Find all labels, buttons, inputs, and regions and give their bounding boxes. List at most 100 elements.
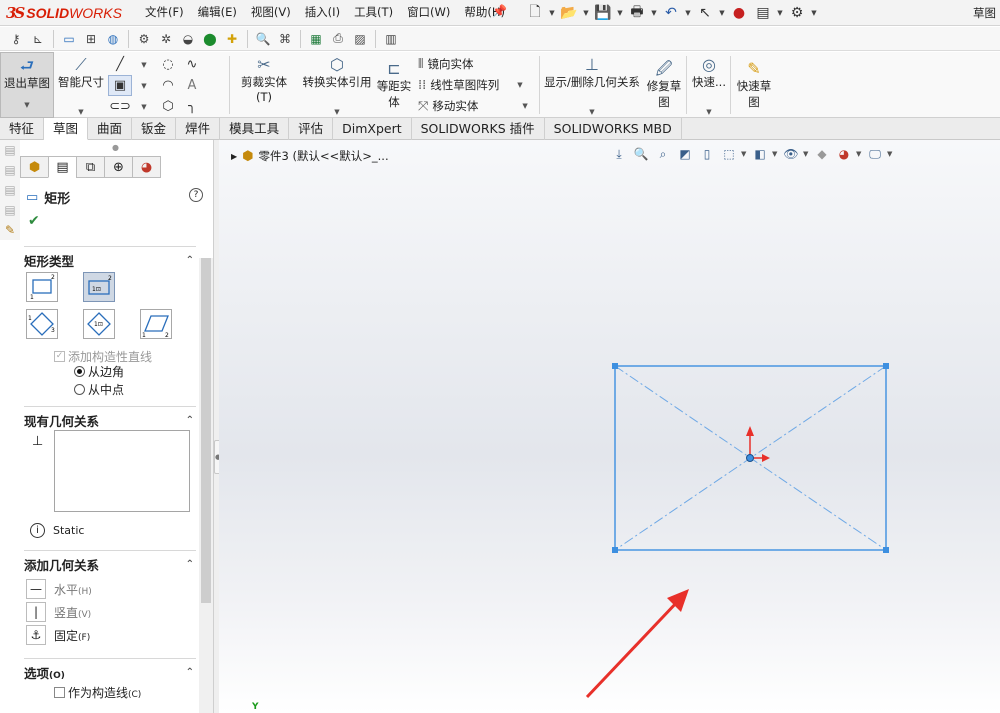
sketch-tool-icon[interactable]: ✎ [0, 220, 20, 240]
rapid-sketch-button[interactable]: ✎ 快速草 图 [734, 60, 774, 110]
quick-snaps-button[interactable]: ◎ 快速... ▼ [689, 56, 729, 117]
sketch-canvas[interactable] [219, 140, 1000, 713]
save-icon[interactable]: 💾 [592, 2, 614, 24]
for-construction-checkbox[interactable] [54, 687, 65, 698]
convert-dropdown-icon[interactable]: ▼ [299, 108, 375, 116]
arc-icon[interactable]: ◠ [156, 75, 180, 96]
smart-dimension-dropdown-icon[interactable]: ▼ [56, 108, 106, 116]
image-icon[interactable]: ▨ [350, 29, 370, 49]
options-dropdown-icon[interactable]: ▼ [810, 9, 818, 17]
corner-handle[interactable] [883, 547, 889, 553]
parallelogram-icon[interactable]: 12 [140, 309, 172, 339]
linear-pattern-button[interactable]: ⁞⁞ 线性草图阵列 ▼ [418, 77, 523, 93]
corner-handle[interactable] [612, 363, 618, 369]
print-icon[interactable]: 🖶 [626, 2, 648, 24]
tab-surfaces[interactable]: 曲面 [88, 118, 133, 140]
tab-sketch[interactable]: 草图 [44, 118, 89, 140]
options-gear-icon[interactable]: ⚙ [786, 2, 808, 24]
cog-small-icon[interactable]: ⚙ [134, 29, 154, 49]
traffic-light-icon[interactable]: ● [728, 2, 750, 24]
config-manager-tab-icon[interactable]: ⧉ [76, 156, 105, 178]
globe-icon[interactable]: ◍ [103, 29, 123, 49]
menu-tools[interactable]: 工具(T) [347, 4, 400, 21]
tab-addins[interactable]: SOLIDWORKS 插件 [412, 118, 545, 140]
3pt-corner-rectangle-icon[interactable]: 13 [26, 309, 58, 339]
display-relations-button[interactable]: ⊥ 显示/删除几何关系 ▼ [542, 56, 642, 117]
select-icon[interactable]: ↖ [694, 2, 716, 24]
slot-dropdown-icon[interactable]: ▼ [132, 96, 156, 117]
options-header[interactable]: 选项(O) ⌃ [24, 658, 196, 682]
pin-green-icon[interactable]: ⬤ [200, 29, 220, 49]
graphics-area[interactable]: ▶ ⬢ 零件3 (默认<<默认>_... ⤓ 🔍 ⌕ ◩ ▯ ⬚ ▼ ◧ ▼ 👁 ▼ … [219, 140, 1000, 713]
rectangle-tool-icon[interactable]: ▣ [108, 75, 132, 96]
center-rectangle-icon[interactable]: 1⊡ 2 [83, 272, 115, 302]
menu-window[interactable]: 窗口(W) [400, 4, 457, 21]
new-dropdown-icon[interactable]: ▼ [548, 9, 556, 17]
zoom-icon[interactable]: 🔍 [253, 29, 273, 49]
existing-relations-list[interactable] [54, 430, 190, 512]
slot-icon[interactable]: ⊂⊃ [108, 96, 132, 117]
mirror-entities-button[interactable]: ⫴ 镜向实体 [418, 56, 473, 72]
open-dropdown-icon[interactable]: ▼ [582, 9, 590, 17]
repair-sketch-button[interactable]: 🖉 修复草 图 [644, 60, 684, 110]
undo-dropdown-icon[interactable]: ▼ [684, 9, 692, 17]
tab-sheet-metal[interactable]: 钣金 [132, 118, 177, 140]
binoculars-icon[interactable]: ⌘ [275, 29, 295, 49]
tab-mbd[interactable]: SOLIDWORKS MBD [545, 118, 682, 140]
rect-type-header[interactable]: 矩形类型 ⌃ [24, 246, 196, 270]
dimxpert-tab-icon[interactable]: ⊕ [104, 156, 133, 178]
quick-snaps-dropdown-icon[interactable]: ▼ [689, 108, 729, 116]
collapse-chevron-icon[interactable]: ⌃ [186, 559, 194, 570]
convert-entities-button[interactable]: ⬡ 转换实体引用 ▼ [299, 56, 375, 117]
exit-dropdown-icon[interactable]: ▼ [1, 101, 53, 109]
smart-dimension-button[interactable]: ⟋ 智能尺寸 ▼ [56, 56, 106, 117]
fix-relation-button[interactable]: ⚓ 固定(F) [26, 625, 90, 645]
solidworks-logo[interactable]: 3S SOLIDWORKS [6, 3, 122, 23]
print-dropdown-icon[interactable]: ▼ [650, 9, 658, 17]
corner-handle[interactable] [612, 547, 618, 553]
menu-file[interactable]: 文件(F) [138, 4, 191, 21]
open-icon[interactable]: 📂 [558, 2, 580, 24]
tab-evaluate[interactable]: 评估 [289, 118, 334, 140]
move-dropdown-icon[interactable]: ▼ [522, 102, 527, 110]
notebook-icon[interactable]: ▥ [381, 29, 401, 49]
excel-icon[interactable]: ▦ [306, 29, 326, 49]
tab-weldments[interactable]: 焊件 [176, 118, 221, 140]
text-icon[interactable]: A [180, 75, 204, 96]
spline-icon[interactable]: ∿ [180, 54, 204, 75]
panel-grip-icon[interactable]: ● [112, 143, 119, 152]
menu-insert[interactable]: 插入(I) [298, 4, 347, 21]
printer-small-icon[interactable]: ⎙ [328, 29, 348, 49]
property-manager-tab-icon[interactable]: ▤ [48, 156, 77, 178]
for-construction-option[interactable]: 作为构造线(C) [54, 684, 141, 701]
move-entities-button[interactable]: ⤧ 移动实体 ▼ [418, 98, 528, 114]
doc-icon[interactable]: ▤ [0, 180, 20, 200]
existing-relations-header[interactable]: 现有几何关系 ⌃ [24, 406, 196, 430]
pm-scrollbar[interactable] [199, 258, 213, 713]
polygon-icon[interactable]: ⬡ [156, 96, 180, 117]
from-corner-radio[interactable] [74, 366, 85, 377]
scrollbar-thumb[interactable] [201, 258, 211, 603]
cog-alt-icon[interactable]: ✲ [156, 29, 176, 49]
file-props-icon[interactable]: ▤ [752, 2, 774, 24]
plus-yellow-icon[interactable]: ✚ [222, 29, 242, 49]
from-corner-option[interactable]: 从边角 [74, 363, 124, 380]
new-doc-icon[interactable]: 🗋 [524, 2, 546, 24]
key-icon[interactable]: ⚷ [6, 29, 26, 49]
help-icon[interactable]: ? [189, 188, 203, 202]
circle-icon[interactable]: ◌ [156, 54, 180, 75]
collapse-chevron-icon[interactable]: ⌃ [186, 415, 194, 426]
doc-icon[interactable]: ▤ [0, 160, 20, 180]
menu-view[interactable]: 视图(V) [244, 4, 298, 21]
collapse-chevron-icon[interactable]: ⌃ [186, 255, 194, 266]
monitor-icon[interactable]: ▭ [59, 29, 79, 49]
corner-rectangle-icon[interactable]: 12 [26, 272, 58, 302]
ok-check-icon[interactable]: ✔ [28, 213, 40, 229]
save-dropdown-icon[interactable]: ▼ [616, 9, 624, 17]
doc-icon[interactable]: ▤ [0, 140, 20, 160]
vertical-relation-button[interactable]: | 竖直(V) [26, 602, 91, 622]
from-center-radio[interactable] [74, 384, 85, 395]
add-relations-header[interactable]: 添加几何关系 ⌃ [24, 550, 196, 574]
doc-icon[interactable]: ▤ [0, 200, 20, 220]
corner-handle[interactable] [883, 363, 889, 369]
